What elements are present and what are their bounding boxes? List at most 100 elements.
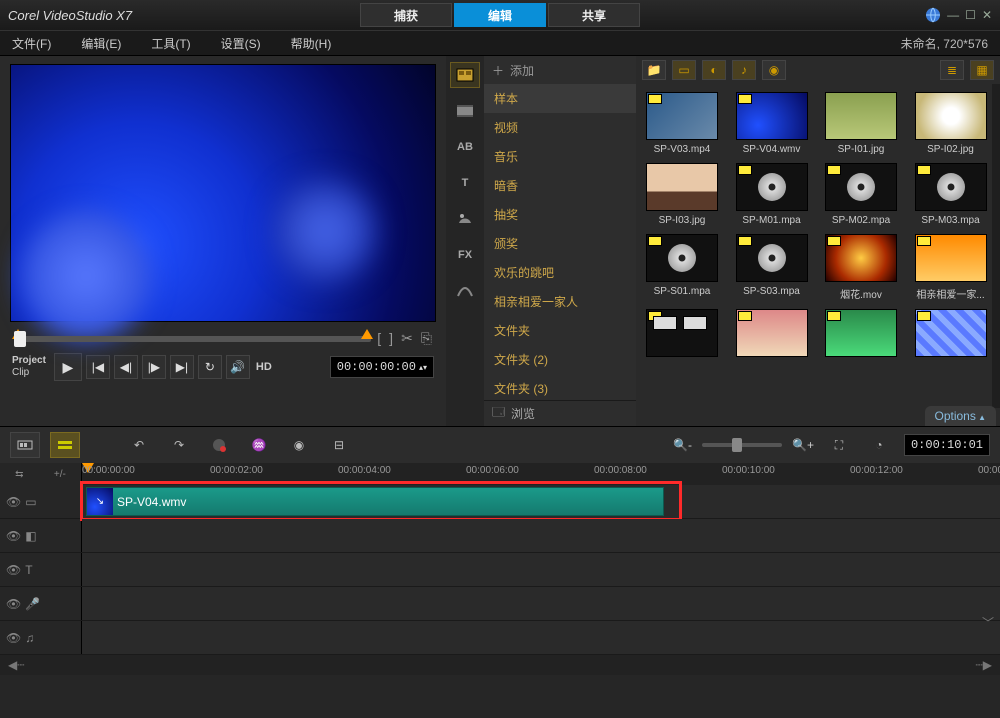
- repeat-button[interactable]: ↻: [198, 355, 222, 379]
- folder-item[interactable]: 颁奖: [484, 229, 636, 258]
- view-list-button[interactable]: ≣: [940, 60, 964, 80]
- folder-item[interactable]: 抽奖: [484, 200, 636, 229]
- play-button[interactable]: ▶: [54, 353, 82, 381]
- media-item[interactable]: [642, 309, 722, 361]
- folder-item[interactable]: 相亲相爱一家人: [484, 287, 636, 316]
- help-globe-icon[interactable]: [925, 7, 941, 23]
- chapter-button[interactable]: ◉: [284, 432, 314, 458]
- media-item[interactable]: [821, 309, 901, 361]
- cut-button[interactable]: ✂: [401, 330, 413, 347]
- music-lane[interactable]: [82, 621, 1000, 654]
- browse-icon[interactable]: 🗔: [492, 403, 505, 424]
- options-toggle[interactable]: Options: [925, 406, 997, 426]
- minimize-icon[interactable]: —: [947, 8, 959, 22]
- prev-frame-button[interactable]: ◀|: [114, 355, 138, 379]
- time-ruler[interactable]: 00:00:00:0000:00:02:0000:00:04:0000:00:0…: [82, 463, 1000, 485]
- folder-item[interactable]: 暗香: [484, 171, 636, 200]
- folder-item[interactable]: 音乐: [484, 142, 636, 171]
- scrub-track[interactable]: [14, 336, 371, 342]
- libtab-path[interactable]: [450, 278, 480, 304]
- mixer-button[interactable]: ♒: [244, 432, 274, 458]
- scrub-thumb[interactable]: [14, 331, 26, 347]
- media-item[interactable]: [911, 309, 991, 361]
- media-item[interactable]: SP-V04.wmv: [732, 92, 812, 155]
- folder-item[interactable]: 文件夹 (3): [484, 374, 636, 400]
- add-folder-label[interactable]: 添加: [510, 62, 534, 79]
- track-visible-icon[interactable]: 👁: [6, 563, 21, 577]
- go-end-button[interactable]: ▶|: [170, 355, 194, 379]
- libtab-media[interactable]: [450, 62, 480, 88]
- preview-screen[interactable]: [10, 64, 436, 322]
- record-button[interactable]: [204, 432, 234, 458]
- import-button[interactable]: 📁: [642, 60, 666, 80]
- undo-button[interactable]: ↶: [124, 432, 154, 458]
- track-visible-icon[interactable]: 👁: [6, 529, 21, 543]
- mode-clip[interactable]: Clip: [12, 367, 46, 379]
- media-item[interactable]: 烟花.mov: [821, 234, 901, 301]
- close-icon[interactable]: ✕: [982, 8, 992, 22]
- voice-lane[interactable]: [82, 587, 1000, 620]
- scroll-left-icon[interactable]: ◀┄: [8, 658, 24, 672]
- media-item[interactable]: SP-M01.mpa: [732, 163, 812, 226]
- tab-edit[interactable]: 编辑: [454, 3, 546, 27]
- browse-label[interactable]: 浏览: [511, 405, 535, 422]
- timeline-timecode[interactable]: 0:00:10:01: [904, 434, 990, 456]
- media-item[interactable]: SP-I02.jpg: [911, 92, 991, 155]
- go-start-button[interactable]: |◀: [86, 355, 110, 379]
- folder-item[interactable]: 欢乐的跳吧: [484, 258, 636, 287]
- zoom-slider[interactable]: [702, 443, 782, 447]
- libtab-graphic[interactable]: [450, 206, 480, 232]
- hd-toggle[interactable]: HD: [256, 361, 272, 373]
- media-scrollbar[interactable]: [992, 84, 1000, 408]
- track-options-icon[interactable]: +/-: [54, 469, 66, 480]
- mode-project[interactable]: Project: [12, 355, 46, 367]
- media-item[interactable]: SP-S03.mpa: [732, 234, 812, 301]
- show-video-button[interactable]: ▭: [672, 60, 696, 80]
- storyboard-view-button[interactable]: [10, 432, 40, 458]
- track-visible-icon[interactable]: 👁: [6, 597, 21, 611]
- menu-help[interactable]: 帮助(H): [291, 35, 332, 52]
- video-lane[interactable]: ↘ SP-V04.wmv: [82, 485, 1000, 518]
- collapse-down-icon[interactable]: ﹀: [980, 614, 996, 631]
- sort-button[interactable]: ◉: [762, 60, 786, 80]
- mark-out-button[interactable]: ]: [389, 330, 393, 347]
- media-item[interactable]: SP-I01.jpg: [821, 92, 901, 155]
- libtab-filter[interactable]: FX: [450, 242, 480, 268]
- folder-item[interactable]: 视频: [484, 113, 636, 142]
- menu-file[interactable]: 文件(F): [12, 35, 51, 52]
- next-frame-button[interactable]: |▶: [142, 355, 166, 379]
- show-photo-button[interactable]: ◐: [702, 60, 726, 80]
- folder-item[interactable]: 文件夹 (2): [484, 345, 636, 374]
- menu-tools[interactable]: 工具(T): [151, 35, 190, 52]
- media-item[interactable]: 相亲相爱一家...: [911, 234, 991, 301]
- tab-capture[interactable]: 捕获: [360, 3, 452, 27]
- track-visible-icon[interactable]: 👁: [6, 631, 21, 645]
- zoom-in-button[interactable]: 🔍+: [792, 438, 814, 452]
- volume-button[interactable]: 🔊: [226, 355, 250, 379]
- view-thumb-button[interactable]: ▦: [970, 60, 994, 80]
- libtab-title[interactable]: T: [450, 170, 480, 196]
- snapshot-button[interactable]: ⎘: [421, 330, 432, 347]
- folder-item[interactable]: 文件夹: [484, 316, 636, 345]
- toggle-tracks-icon[interactable]: ⇆: [15, 469, 23, 480]
- media-item[interactable]: SP-S01.mpa: [642, 234, 722, 301]
- preview-timecode[interactable]: 00:00:00:00▴▾: [330, 356, 434, 378]
- track-visible-icon[interactable]: 👁: [6, 495, 21, 509]
- overlay-lane[interactable]: [82, 519, 1000, 552]
- media-item[interactable]: SP-I03.jpg: [642, 163, 722, 226]
- add-folder-icon[interactable]: ＋: [492, 62, 504, 79]
- show-audio-button[interactable]: ♪: [732, 60, 756, 80]
- mark-in-button[interactable]: [: [377, 330, 381, 347]
- fit-project-button[interactable]: ⛶: [824, 432, 854, 458]
- media-item[interactable]: SP-V03.mp4: [642, 92, 722, 155]
- title-lane[interactable]: [82, 553, 1000, 586]
- menu-settings[interactable]: 设置(S): [221, 35, 261, 52]
- media-item[interactable]: SP-M02.mpa: [821, 163, 901, 226]
- subtitle-button[interactable]: ⊟: [324, 432, 354, 458]
- timeline-view-button[interactable]: [50, 432, 80, 458]
- folder-item[interactable]: 样本: [484, 84, 636, 113]
- media-item[interactable]: [732, 309, 812, 361]
- timeline-clip[interactable]: ↘ SP-V04.wmv: [86, 487, 664, 516]
- maximize-icon[interactable]: ☐: [965, 8, 976, 22]
- zoom-out-button[interactable]: 🔍-: [673, 438, 692, 452]
